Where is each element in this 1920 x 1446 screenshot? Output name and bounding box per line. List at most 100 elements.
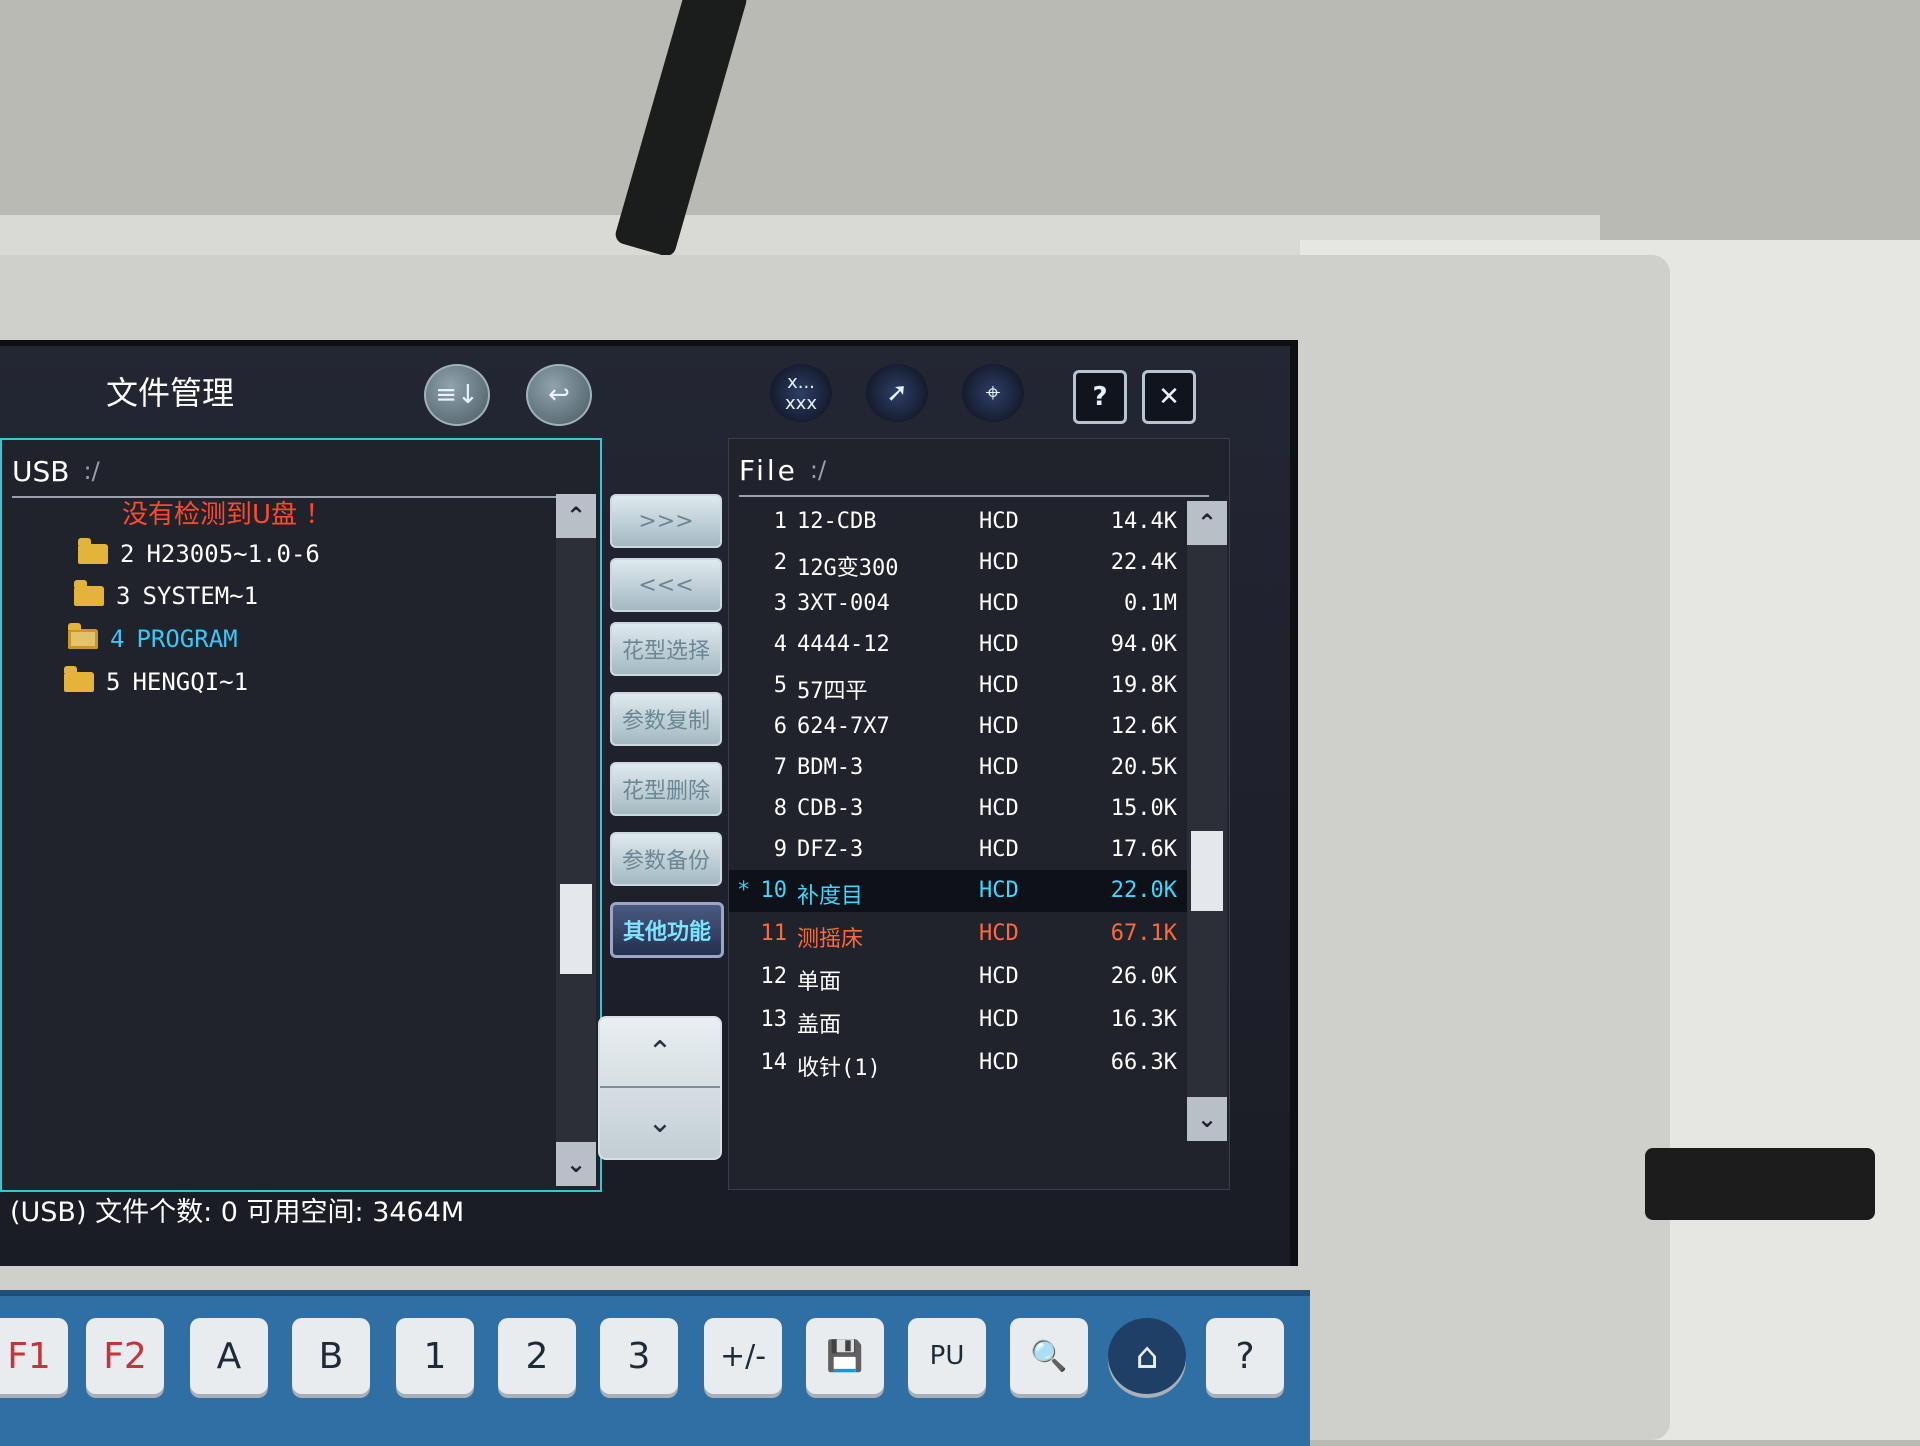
row-number: 5 <box>773 673 787 698</box>
file-scrollbar[interactable]: ⌃ ⌄ <box>1187 501 1227 1141</box>
page-down-icon[interactable]: ⌄ <box>600 1088 720 1156</box>
save-icon[interactable]: 💾 <box>806 1318 884 1394</box>
help-key[interactable]: ? <box>1206 1318 1284 1394</box>
scroll-down-icon[interactable]: ⌄ <box>556 1142 596 1186</box>
file-name: 624-7X7 <box>797 714 890 739</box>
usb-folder-item-selected[interactable]: 4 PROGRAM <box>68 621 238 657</box>
file-type: HCD <box>979 878 1019 903</box>
f2-key[interactable]: F2 <box>86 1318 164 1394</box>
param-copy-button[interactable]: 参数复制 <box>610 692 722 746</box>
file-row[interactable]: 9 DFZ-3 HCD 17.6K <box>729 829 1189 871</box>
file-path-bar: File :/ <box>739 445 1209 497</box>
row-number: 9 <box>773 837 787 862</box>
file-row[interactable]: 7 BDM-3 HCD 20.5K <box>729 747 1189 789</box>
folder-index: 4 <box>110 625 125 653</box>
file-name: 补度目 <box>797 884 864 909</box>
folder-icon <box>78 538 108 564</box>
row-number: 10 <box>760 878 788 903</box>
file-size: 19.8K <box>1110 673 1177 698</box>
file-type: HCD <box>979 1007 1019 1032</box>
pattern-select-button[interactable]: 花型选择 <box>610 622 722 676</box>
file-row[interactable]: 2 12G变300 HCD 22.4K <box>729 542 1189 584</box>
scroll-down-icon[interactable]: ⌄ <box>1187 1097 1227 1141</box>
file-row[interactable]: 12 单面 HCD 26.0K <box>729 956 1189 998</box>
file-type: HCD <box>979 550 1019 575</box>
row-number: 14 <box>760 1050 788 1075</box>
scroll-thumb[interactable] <box>1191 831 1223 911</box>
file-row[interactable]: 8 CDB-3 HCD 15.0K <box>729 788 1189 830</box>
status-bar: (USB) 文件个数: 0 可用空间: 3464M <box>10 1197 465 1228</box>
copy-to-file-button[interactable]: >>> <box>610 494 722 548</box>
usb-scrollbar[interactable]: ⌃ ⌄ <box>556 494 596 1186</box>
usb-path-bar: USB :/ <box>12 446 590 498</box>
param-backup-button[interactable]: 参数备份 <box>610 832 722 886</box>
file-row[interactable]: 4 4444-12 HCD 94.0K <box>729 624 1189 666</box>
three-key[interactable]: 3 <box>600 1318 678 1394</box>
rename-button[interactable]: x... xxx <box>770 364 832 422</box>
file-name: 4444-12 <box>797 632 890 657</box>
scroll-up-icon[interactable]: ⌃ <box>1187 501 1227 545</box>
rename-top-label: x... <box>787 372 815 393</box>
folder-index: 3 <box>116 582 131 610</box>
sort-button[interactable]: ≡↓ <box>424 364 490 426</box>
plus-minus-key[interactable]: +/- <box>704 1318 782 1394</box>
folder-name: SYSTEM~1 <box>142 582 259 610</box>
f1-key[interactable]: F1 <box>0 1318 68 1394</box>
file-type: HCD <box>979 796 1019 821</box>
b-key[interactable]: B <box>292 1318 370 1394</box>
file-row-highlighted[interactable]: 11 测摇床 HCD 67.1K <box>729 913 1189 955</box>
select-button[interactable]: ➚ <box>866 364 928 422</box>
return-button[interactable]: ↩ <box>526 364 592 426</box>
two-key[interactable]: 2 <box>498 1318 576 1394</box>
close-button[interactable]: ✕ <box>1142 370 1196 424</box>
file-row[interactable]: 1 12-CDB HCD 14.4K <box>729 501 1189 543</box>
scroll-thumb[interactable] <box>560 884 592 974</box>
one-key[interactable]: 1 <box>396 1318 474 1394</box>
file-name: DFZ-3 <box>797 837 864 862</box>
sort-icon: ≡↓ <box>435 380 479 410</box>
file-row[interactable]: 6 624-7X7 HCD 12.6K <box>729 706 1189 748</box>
file-size: 15.0K <box>1110 796 1177 821</box>
a-key[interactable]: A <box>190 1318 268 1394</box>
search-icon[interactable]: 🔍 <box>1010 1318 1088 1394</box>
home-icon[interactable]: ⌂ <box>1108 1318 1186 1394</box>
file-row[interactable]: 13 盖面 HCD 16.3K <box>729 999 1189 1041</box>
folder-icon <box>64 666 94 692</box>
page-updown-control: ⌃ ⌄ <box>598 1016 722 1160</box>
title-bar: 文件管理 ≡↓ ↩ x... xxx ➚ ⌖ ? ✕ <box>0 346 1290 428</box>
usb-path: :/ <box>83 457 100 485</box>
usb-folder-item[interactable]: 3 SYSTEM~1 <box>74 578 258 614</box>
file-type: HCD <box>979 632 1019 657</box>
file-size: 16.3K <box>1110 1007 1177 1032</box>
pu-key[interactable]: PU <box>908 1318 986 1394</box>
file-name: 单面 <box>797 970 842 995</box>
file-row[interactable]: 5 57四平 HCD 19.8K <box>729 665 1189 707</box>
row-number: 2 <box>773 550 787 575</box>
file-type: HCD <box>979 673 1019 698</box>
scroll-up-icon[interactable]: ⌃ <box>556 494 596 538</box>
file-size: 26.0K <box>1110 964 1177 989</box>
current-marker: * <box>737 878 751 903</box>
file-row-current[interactable]: * 10 补度目 HCD 22.0K <box>729 870 1189 912</box>
copy-to-usb-button[interactable]: <<< <box>610 558 722 612</box>
file-name: 收针(1) <box>797 1056 881 1081</box>
center-icon: ⌖ <box>985 377 1001 408</box>
center-button[interactable]: ⌖ <box>962 364 1024 422</box>
usb-folder-item[interactable]: 5 HENGQI~1 <box>64 664 248 700</box>
file-name: 3XT-004 <box>797 591 890 616</box>
file-row[interactable]: 3 3XT-004 HCD 0.1M <box>729 583 1189 625</box>
file-name: 盖面 <box>797 1013 842 1038</box>
help-button[interactable]: ? <box>1073 370 1127 424</box>
page-up-icon[interactable]: ⌃ <box>600 1018 720 1088</box>
usb-folder-item[interactable]: 2 H23005~1.0-6 <box>78 536 320 572</box>
usb-stick <box>1645 1148 1875 1220</box>
file-type: HCD <box>979 921 1019 946</box>
file-size: 20.5K <box>1110 755 1177 780</box>
folder-open-icon <box>68 623 98 649</box>
file-type: HCD <box>979 1050 1019 1075</box>
other-functions-button[interactable]: 其他功能 <box>610 902 724 958</box>
folder-icon <box>74 580 104 606</box>
row-number: 13 <box>760 1007 788 1032</box>
file-row[interactable]: 14 收针(1) HCD 66.3K <box>729 1042 1189 1084</box>
pattern-delete-button[interactable]: 花型删除 <box>610 762 722 816</box>
